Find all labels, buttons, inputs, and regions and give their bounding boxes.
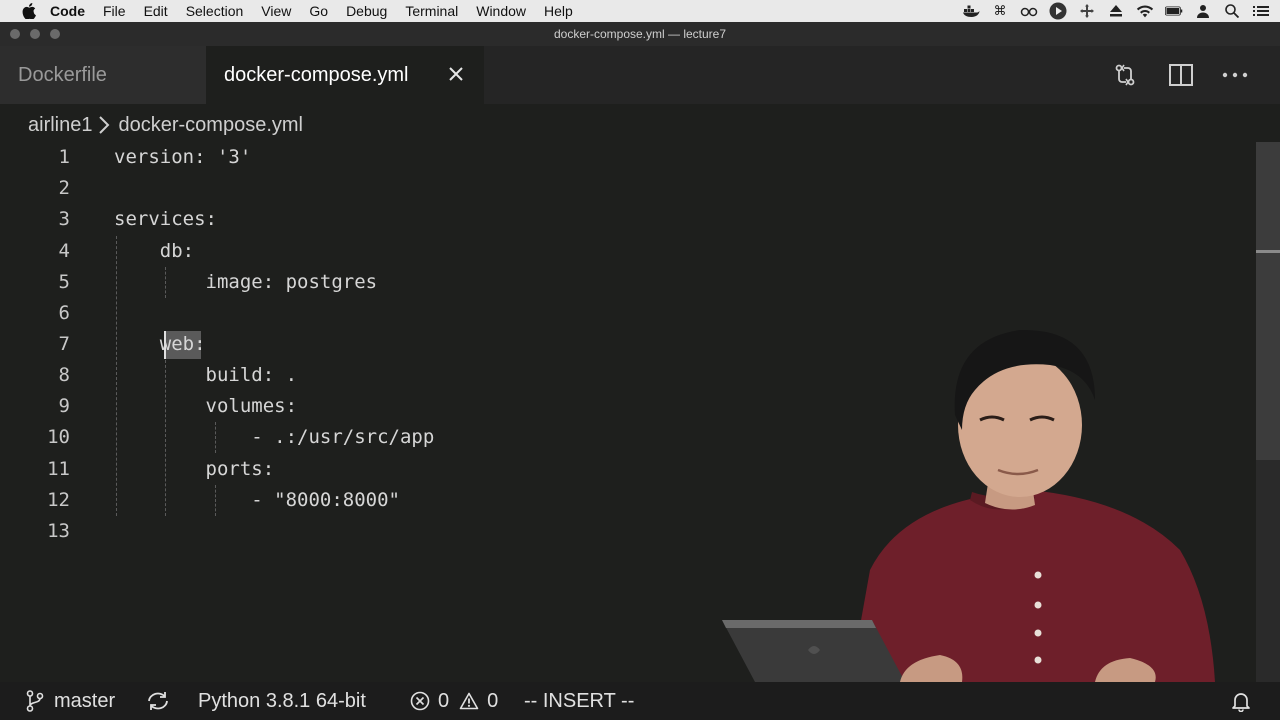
list-icon[interactable] xyxy=(1252,3,1270,19)
glasses-icon[interactable] xyxy=(1020,3,1038,19)
tab-docker-compose[interactable]: docker-compose.yml xyxy=(206,46,484,104)
user-icon[interactable] xyxy=(1194,3,1212,19)
code-line: 4 db: xyxy=(0,236,1256,267)
warning-count: 0 xyxy=(487,689,499,712)
line-number: 13 xyxy=(47,520,70,542)
line-text: services: xyxy=(114,208,217,230)
window-title: docker-compose.yml — lecture7 xyxy=(553,27,727,41)
line-number: 3 xyxy=(58,208,70,230)
menu-view[interactable]: View xyxy=(261,3,291,19)
sync-icon[interactable] xyxy=(146,682,170,720)
git-branch-icon xyxy=(26,689,46,713)
close-icon[interactable] xyxy=(446,64,466,84)
code-line: 2 xyxy=(0,173,1256,204)
line-number: 10 xyxy=(47,426,70,448)
macos-menu-bar: Code File Edit Selection View Go Debug T… xyxy=(0,0,1280,22)
status-bar: master Python 3.8.1 64-bit 0 0 -- INSERT… xyxy=(0,682,1280,720)
line-number: 5 xyxy=(58,271,70,293)
play-circle-icon[interactable] xyxy=(1049,2,1067,20)
line-text: build: . xyxy=(114,364,298,386)
menu-debug[interactable]: Debug xyxy=(346,3,387,19)
bell-icon[interactable] xyxy=(1230,682,1252,720)
eject-icon[interactable] xyxy=(1107,3,1125,19)
line-text: db: xyxy=(114,240,195,262)
line-number: 4 xyxy=(58,240,70,262)
line-text: version: '3' xyxy=(114,146,252,168)
line-text: - "8000:8000" xyxy=(114,489,400,511)
chevron-right-icon xyxy=(98,115,112,135)
move-arrows-icon[interactable] xyxy=(1078,3,1096,19)
line-number: 2 xyxy=(58,177,70,199)
breadcrumb-folder[interactable]: airline1 xyxy=(28,114,92,137)
editor-tab-bar: Dockerfile docker-compose.yml xyxy=(0,46,1280,104)
presenter-video-overlay xyxy=(722,329,1215,682)
breadcrumb-file[interactable]: docker-compose.yml xyxy=(118,114,303,137)
menu-go[interactable]: Go xyxy=(309,3,328,19)
warning-icon xyxy=(459,690,481,712)
vim-mode: -- INSERT -- xyxy=(524,689,635,712)
menu-code[interactable]: Code xyxy=(50,3,85,19)
error-icon xyxy=(410,690,432,712)
menu-window[interactable]: Window xyxy=(476,3,526,19)
line-text: web: xyxy=(114,333,206,355)
window-zoom-dot[interactable] xyxy=(50,29,60,39)
menu-terminal[interactable]: Terminal xyxy=(405,3,458,19)
line-number: 1 xyxy=(58,146,70,168)
line-number: 11 xyxy=(47,458,70,480)
problems-indicator[interactable]: 0 0 xyxy=(410,682,498,720)
code-line: 1 version: '3' xyxy=(0,142,1256,173)
window-title-bar: docker-compose.yml — lecture7 xyxy=(0,22,1280,46)
battery-icon[interactable] xyxy=(1165,3,1183,19)
tab-label: Dockerfile xyxy=(18,63,107,86)
error-count: 0 xyxy=(438,689,450,712)
line-text: - .:/usr/src/app xyxy=(114,426,435,448)
line-number: 7 xyxy=(58,333,70,355)
line-number: 6 xyxy=(58,302,70,324)
apple-icon[interactable] xyxy=(22,3,36,19)
menu-edit[interactable]: Edit xyxy=(144,3,168,19)
line-number: 9 xyxy=(58,395,70,417)
line-text: volumes: xyxy=(114,395,298,417)
branch-name: master xyxy=(54,689,116,712)
line-number: 8 xyxy=(58,364,70,386)
tab-dockerfile[interactable]: Dockerfile xyxy=(0,46,206,104)
line-text: image: postgres xyxy=(114,271,378,293)
line-text: ports: xyxy=(114,458,275,480)
window-minimize-dot[interactable] xyxy=(30,29,40,39)
open-changes-icon[interactable] xyxy=(1112,62,1138,88)
window-close-dot[interactable] xyxy=(10,29,20,39)
more-actions-icon[interactable] xyxy=(1222,62,1248,88)
search-icon[interactable] xyxy=(1223,3,1241,19)
menu-help[interactable]: Help xyxy=(544,3,573,19)
tab-label: docker-compose.yml xyxy=(224,63,409,86)
wifi-icon[interactable] xyxy=(1136,3,1154,19)
breadcrumb: airline1 docker-compose.yml xyxy=(28,112,303,138)
line-number: 12 xyxy=(47,489,70,511)
status-branch[interactable]: master xyxy=(26,682,115,720)
code-line: 5 image: postgres xyxy=(0,267,1256,298)
menu-selection[interactable]: Selection xyxy=(186,3,244,19)
menu-bar-status-icons: ⌘ xyxy=(962,0,1270,22)
command-key-icon[interactable]: ⌘ xyxy=(991,3,1009,19)
docker-icon[interactable] xyxy=(962,3,980,19)
python-interpreter[interactable]: Python 3.8.1 64-bit xyxy=(198,682,366,720)
code-line: 3 services: xyxy=(0,204,1256,235)
split-editor-icon[interactable] xyxy=(1168,62,1194,88)
scrollbar-cursor-marker xyxy=(1256,250,1280,253)
menu-file[interactable]: File xyxy=(103,3,126,19)
